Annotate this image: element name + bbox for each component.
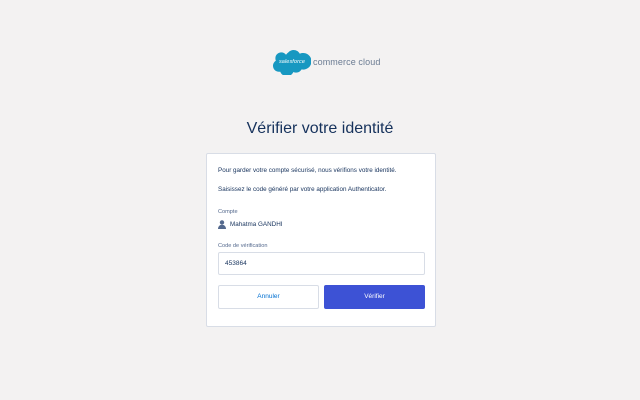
page-title: Vérifier votre identité [246, 120, 394, 137]
intro-text: Pour garder votre compte sécurisé, nous … [218, 167, 397, 174]
account-label: Compte [218, 209, 238, 215]
verification-card: Pour garder votre compte sécurisé, nous … [206, 153, 436, 327]
instruction-text: Saisissez le code généré par votre appli… [218, 186, 387, 193]
verification-code-input[interactable] [218, 252, 425, 275]
account-name: Mahatma GANDHI [230, 221, 283, 228]
salesforce-logo-text: salesforce [278, 59, 306, 65]
salesforce-cloud-icon: salesforce [273, 49, 311, 75]
verify-identity-page: salesforce commerce cloud Vérifier votre… [0, 0, 640, 400]
code-label: Code de vérification [218, 243, 268, 249]
user-icon [218, 220, 226, 229]
verify-button[interactable]: Vérifier [324, 285, 425, 309]
cancel-button[interactable]: Annuler [218, 285, 319, 309]
product-name: commerce cloud [313, 57, 381, 67]
salesforce-commerce-cloud-logo: salesforce commerce cloud [273, 48, 380, 76]
account-info: Mahatma GANDHI [218, 220, 283, 229]
